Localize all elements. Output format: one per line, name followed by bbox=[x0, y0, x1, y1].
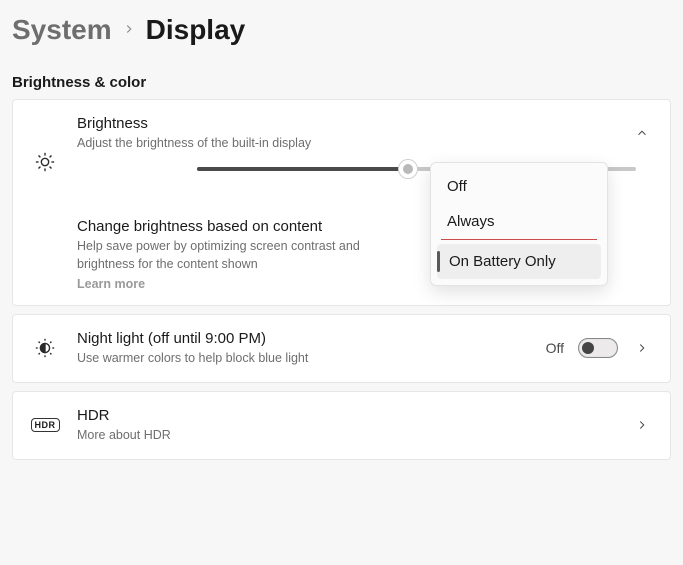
chevron-right-icon bbox=[122, 19, 136, 42]
hdr-title: HDR bbox=[77, 406, 614, 426]
hdr-card[interactable]: HDR HDR More about HDR bbox=[12, 391, 671, 460]
brightness-title: Brightness bbox=[77, 114, 614, 134]
brightness-row: Brightness Adjust the brightness of the … bbox=[13, 100, 670, 157]
chevron-right-icon bbox=[632, 338, 652, 358]
collapse-button[interactable] bbox=[632, 123, 652, 143]
brightness-card: Brightness Adjust the brightness of the … bbox=[12, 99, 671, 306]
night-light-card[interactable]: Night light (off until 9:00 PM) Use warm… bbox=[12, 314, 671, 383]
night-light-toggle[interactable] bbox=[578, 338, 618, 358]
hdr-desc: More about HDR bbox=[77, 427, 614, 445]
dropdown-option-off[interactable]: Off bbox=[437, 169, 601, 204]
adaptive-title: Change brightness based on content bbox=[77, 217, 407, 237]
learn-more-link[interactable]: Learn more bbox=[77, 277, 407, 291]
night-light-title: Night light (off until 9:00 PM) bbox=[77, 329, 528, 349]
night-light-desc: Use warmer colors to help block blue lig… bbox=[77, 350, 528, 368]
dropdown-option-always[interactable]: Always bbox=[441, 204, 597, 240]
section-heading: Brightness & color bbox=[0, 52, 683, 99]
sun-icon bbox=[31, 151, 59, 173]
breadcrumb: System Display bbox=[0, 0, 683, 52]
adaptive-desc: Help save power by optimizing screen con… bbox=[77, 238, 407, 273]
page-title: Display bbox=[146, 14, 246, 46]
brightness-desc: Adjust the brightness of the built-in di… bbox=[77, 135, 614, 153]
breadcrumb-parent[interactable]: System bbox=[12, 14, 112, 46]
night-light-icon bbox=[31, 337, 59, 359]
night-light-state-label: Off bbox=[546, 340, 564, 356]
adaptive-brightness-dropdown[interactable]: Off Always On Battery Only bbox=[430, 162, 608, 286]
hdr-icon: HDR bbox=[31, 418, 59, 432]
dropdown-option-on-battery-only[interactable]: On Battery Only bbox=[437, 244, 601, 279]
chevron-right-icon bbox=[632, 415, 652, 435]
